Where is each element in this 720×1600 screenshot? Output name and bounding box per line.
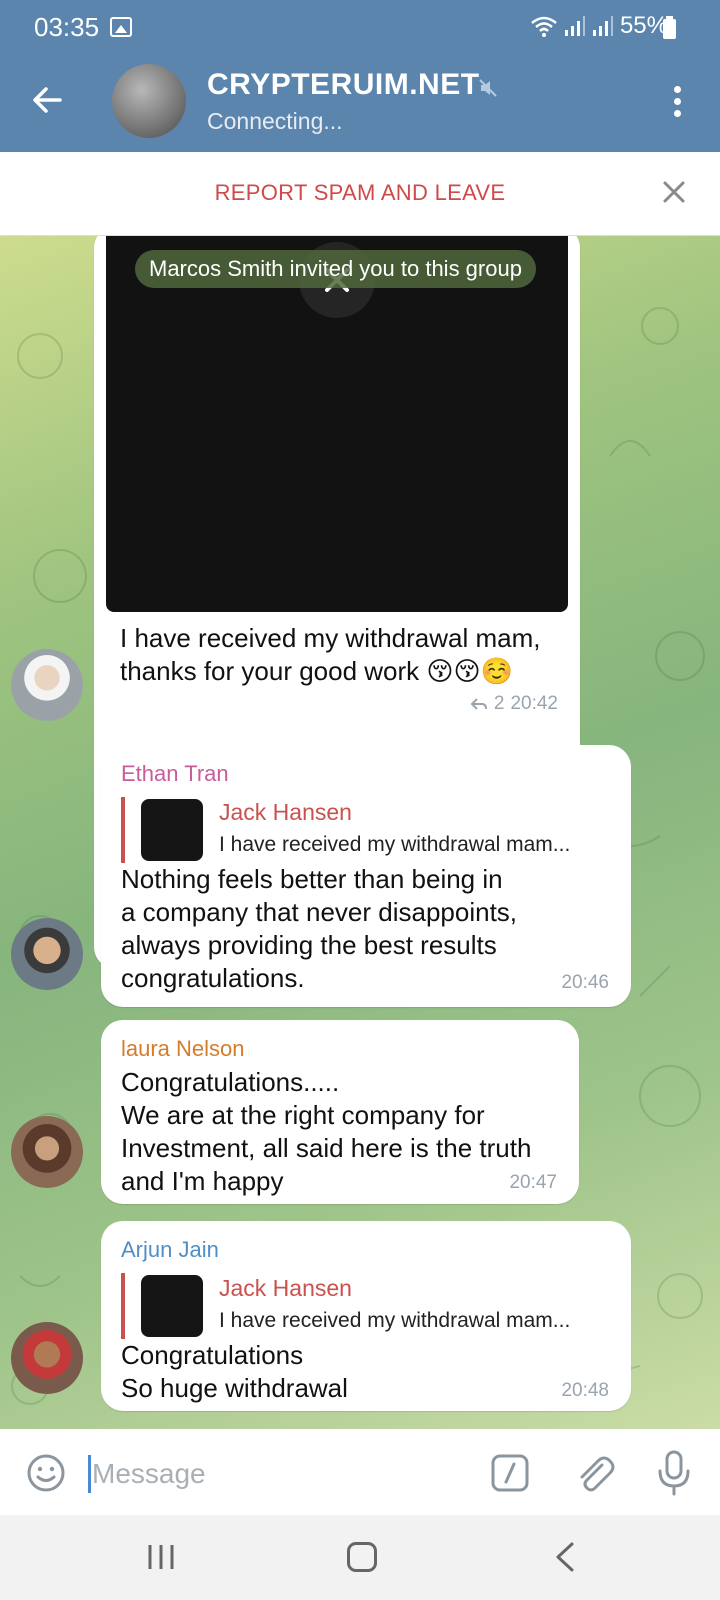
- report-spam-bar: REPORT SPAM AND LEAVE: [0, 152, 720, 236]
- message-input[interactable]: [92, 1453, 462, 1495]
- chat-header: CRYPTERUIM.NET Connecting...: [0, 52, 720, 152]
- invite-notice: Marcos Smith invited you to this group: [135, 250, 536, 288]
- status-bar: 03:35 55%: [0, 0, 720, 52]
- text-cursor: [88, 1455, 91, 1493]
- sender-name[interactable]: Arjun Jain: [121, 1237, 219, 1263]
- system-nav-bar: [0, 1515, 720, 1600]
- battery-percent: 55%: [619, 12, 668, 39]
- reply-arrow-icon: [470, 698, 487, 710]
- reply-text: I have received my withdrawal mam...: [219, 1309, 571, 1332]
- message-text: I have received my withdrawal mam, thank…: [120, 623, 541, 686]
- message-text: Congratulations..... We are at the right…: [121, 1067, 532, 1196]
- status-time: 03:35: [34, 12, 100, 42]
- home-icon[interactable]: [347, 1542, 377, 1572]
- signal-icon-1: [564, 16, 585, 36]
- message-time: 20:47: [509, 1172, 557, 1193]
- more-options-icon[interactable]: [674, 86, 684, 120]
- back-arrow-icon[interactable]: [26, 78, 70, 122]
- reply-count: 2: [493, 693, 505, 714]
- message-text: Nothing feels better than being in a com…: [121, 864, 518, 993]
- reply-thumbnail: [141, 799, 203, 861]
- microphone-icon[interactable]: [656, 1449, 692, 1497]
- message-time: 20:42: [510, 693, 558, 714]
- chat-title[interactable]: CRYPTERUIM.NET: [207, 68, 480, 102]
- message-meta: 2 20:42: [470, 693, 558, 715]
- close-icon[interactable]: [658, 176, 690, 208]
- avatar[interactable]: [11, 1116, 83, 1188]
- reply-sender: Jack Hansen: [219, 799, 352, 825]
- message-text: Congratulations So huge withdrawal: [121, 1340, 348, 1403]
- avatar[interactable]: [11, 918, 83, 990]
- reply-thumbnail: [141, 1275, 203, 1337]
- reply-text: I have received my withdrawal mam...: [219, 833, 571, 856]
- reply-sender: Jack Hansen: [219, 1275, 352, 1301]
- emoji-icon[interactable]: [26, 1453, 66, 1493]
- sender-name[interactable]: laura Nelson: [121, 1036, 245, 1062]
- message-bubble[interactable]: Arjun Jain Jack Hansen I have received m…: [101, 1221, 631, 1411]
- image-notification-icon: [110, 17, 132, 37]
- message-bubble[interactable]: laura Nelson Congratulations..... We are…: [101, 1020, 579, 1204]
- muted-icon: [479, 79, 497, 97]
- recent-apps-icon[interactable]: [146, 1543, 176, 1571]
- group-avatar[interactable]: [112, 64, 186, 138]
- signal-icon-2: [592, 16, 613, 36]
- reply-preview[interactable]: Jack Hansen I have received my withdrawa…: [121, 797, 570, 863]
- paperclip-icon[interactable]: [572, 1451, 616, 1495]
- wifi-icon: [531, 16, 557, 37]
- message-composer: [0, 1429, 720, 1515]
- nav-back-icon[interactable]: [552, 1541, 578, 1573]
- message-bubble[interactable]: Ethan Tran Jack Hansen I have received m…: [101, 745, 631, 1007]
- message-list[interactable]: Marcos Smith invited you to this group I…: [0, 236, 720, 1429]
- avatar[interactable]: [11, 1322, 83, 1394]
- report-spam-button[interactable]: REPORT SPAM AND LEAVE: [0, 180, 720, 206]
- reply-preview[interactable]: Jack Hansen I have received my withdrawa…: [121, 1273, 570, 1339]
- avatar[interactable]: [11, 649, 83, 721]
- bot-command-icon[interactable]: [490, 1453, 530, 1493]
- message-time: 20:46: [561, 972, 609, 993]
- status-icons: 55%: [530, 12, 668, 40]
- message-time: 20:48: [561, 1380, 609, 1401]
- video-thumbnail[interactable]: [106, 236, 568, 612]
- sender-name[interactable]: Ethan Tran: [121, 761, 229, 787]
- battery-icon: [663, 16, 676, 39]
- connection-status: Connecting...: [207, 108, 343, 134]
